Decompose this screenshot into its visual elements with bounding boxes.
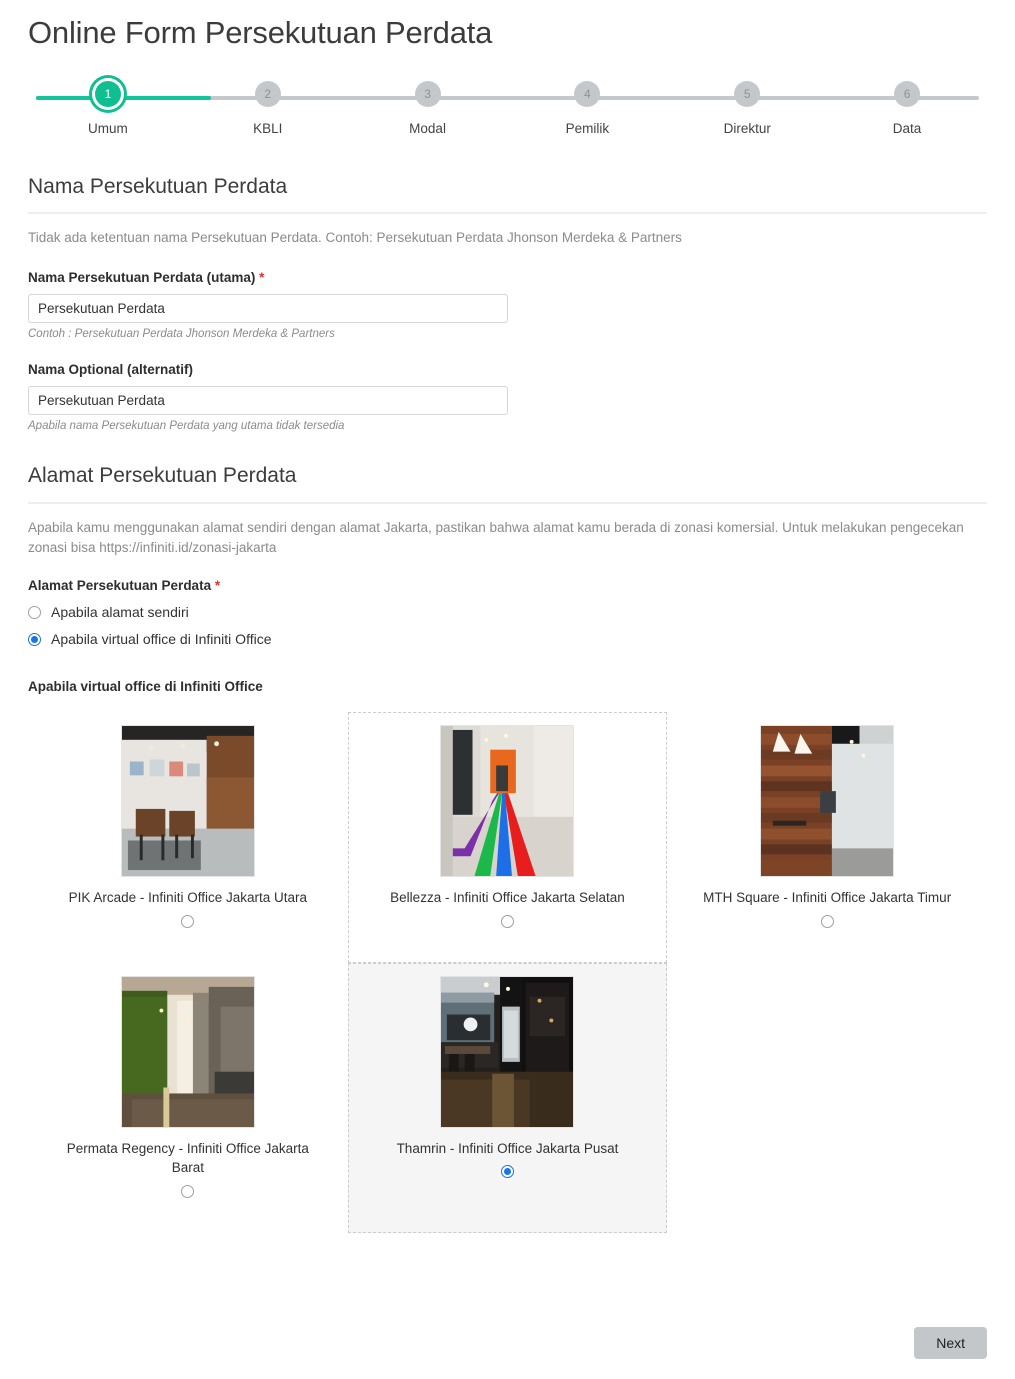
step-item-pemilik[interactable]: 4 Pemilik xyxy=(507,80,667,136)
section-divider-nama xyxy=(28,212,987,215)
step-bubble-2: 2 xyxy=(254,80,281,107)
step-item-data[interactable]: 6 Data xyxy=(827,80,987,136)
step-item-direktur[interactable]: 5 Direktur xyxy=(667,80,827,136)
field-hint-nama-alternatif: Apabila nama Persekutuan Perdata yang ut… xyxy=(28,420,345,433)
field-label-nama-utama: Nama Persekutuan Perdata (utama) * xyxy=(28,270,987,285)
step-bubble-3: 3 xyxy=(414,80,441,107)
radio-icon-unchecked[interactable] xyxy=(28,605,41,619)
office-card-radio[interactable] xyxy=(820,914,834,928)
field-label-alamat: Alamat Persekutuan Perdata * xyxy=(28,578,987,593)
nama-alternatif-input[interactable] xyxy=(28,386,508,416)
step-progress-bar: 1 Umum 2 KBLI 3 Modal 4 Pemilik 5 Direkt… xyxy=(28,80,987,143)
radio-option-label: Apabila virtual office di Infiniti Offic… xyxy=(51,631,272,648)
required-asterisk: * xyxy=(259,270,265,286)
office-card-label: MTH Square - Infiniti Office Jakarta Tim… xyxy=(703,890,952,906)
alamat-radio-group: Apabila alamat sendiri Apabila virtual o… xyxy=(28,604,987,647)
field-label-text: Alamat Persekutuan Perdata xyxy=(28,578,212,594)
step-item-umum[interactable]: 1 Umum xyxy=(28,80,188,136)
office-card-radio[interactable] xyxy=(181,914,195,928)
field-hint-nama-utama: Contoh : Persekutuan Perdata Jhonson Mer… xyxy=(28,328,335,341)
office-card-thamrin[interactable]: Thamrin - Infiniti Office Jakarta Pusat xyxy=(347,962,668,1233)
section-description-nama: Tidak ada ketentuan nama Persekutuan Per… xyxy=(28,230,682,246)
office-card-label: PIK Arcade - Infiniti Office Jakarta Uta… xyxy=(68,890,307,906)
nama-utama-input[interactable] xyxy=(28,294,508,324)
radio-icon-checked[interactable] xyxy=(28,632,41,646)
step-item-modal[interactable]: 3 Modal xyxy=(348,80,508,136)
form-footer: Next xyxy=(914,1327,987,1359)
office-thumbnail-image xyxy=(760,725,895,878)
office-card-radio[interactable] xyxy=(500,1165,514,1179)
office-card-radio[interactable] xyxy=(181,1184,195,1198)
office-card-pik-arcade[interactable]: PIK Arcade - Infiniti Office Jakarta Uta… xyxy=(28,712,348,963)
field-label-text: Nama Optional (alternatif) xyxy=(28,362,194,378)
step-bubble-6: 6 xyxy=(894,80,921,107)
next-button[interactable]: Next xyxy=(914,1327,987,1359)
field-label-nama-alternatif: Nama Optional (alternatif) xyxy=(28,362,987,377)
step-label-3: Modal xyxy=(409,120,446,136)
radio-option-virtual-office[interactable]: Apabila virtual office di Infiniti Offic… xyxy=(28,631,987,647)
step-bubble-1: 1 xyxy=(94,80,121,107)
office-card-label: Bellezza - Infiniti Office Jakarta Selat… xyxy=(390,890,625,906)
office-card-bellezza[interactable]: Bellezza - Infiniti Office Jakarta Selat… xyxy=(347,712,668,963)
office-picker-label: Apabila virtual office di Infiniti Offic… xyxy=(28,679,263,695)
step-label-5: Direktur xyxy=(723,120,771,136)
step-label-1: Umum xyxy=(88,120,128,136)
radio-option-alamat-sendiri[interactable]: Apabila alamat sendiri xyxy=(28,604,987,620)
step-bubble-5: 5 xyxy=(734,80,761,107)
form-page: Online Form Persekutuan Perdata 1 Umum 2… xyxy=(0,14,1015,1379)
field-label-text: Nama Persekutuan Perdata (utama) xyxy=(28,270,256,286)
office-thumbnail-image xyxy=(440,725,575,878)
field-nama-alternatif: Nama Optional (alternatif) Apabila nama … xyxy=(28,362,987,432)
step-label-2: KBLI xyxy=(253,120,283,136)
step-label-6: Data xyxy=(892,120,922,136)
section-description-alamat: Apabila kamu menggunakan alamat sendiri … xyxy=(28,519,964,555)
field-nama-utama: Nama Persekutuan Perdata (utama) * Conto… xyxy=(28,270,987,340)
office-thumbnail-image xyxy=(120,725,255,878)
section-divider-alamat xyxy=(28,501,987,504)
office-card-label: Thamrin - Infiniti Office Jakarta Pusat xyxy=(396,1140,619,1156)
page-title: Online Form Persekutuan Perdata xyxy=(28,15,493,50)
office-thumbnail-image xyxy=(120,975,255,1128)
section-heading-nama: Nama Persekutuan Perdata xyxy=(28,174,288,198)
office-card-radio[interactable] xyxy=(500,914,514,928)
office-location-grid: PIK Arcade - Infiniti Office Jakarta Uta… xyxy=(28,712,987,1233)
office-thumbnail-image xyxy=(440,975,575,1128)
office-card-label: Permata Regency - Infiniti Office Jakart… xyxy=(66,1140,309,1176)
section-heading-alamat: Alamat Persekutuan Perdata xyxy=(28,464,297,488)
office-card-permata-regency[interactable]: Permata Regency - Infiniti Office Jakart… xyxy=(28,963,348,1233)
office-card-mth-square[interactable]: MTH Square - Infiniti Office Jakarta Tim… xyxy=(667,712,987,963)
step-bubble-4: 4 xyxy=(574,80,601,107)
step-label-4: Pemilik xyxy=(565,120,610,136)
office-grid-filler xyxy=(667,963,987,1233)
step-item-kbli[interactable]: 2 KBLI xyxy=(188,80,348,136)
required-asterisk: * xyxy=(214,578,221,594)
field-alamat-choice: Alamat Persekutuan Perdata * Apabila ala… xyxy=(28,578,987,647)
radio-option-label: Apabila alamat sendiri xyxy=(51,604,189,621)
